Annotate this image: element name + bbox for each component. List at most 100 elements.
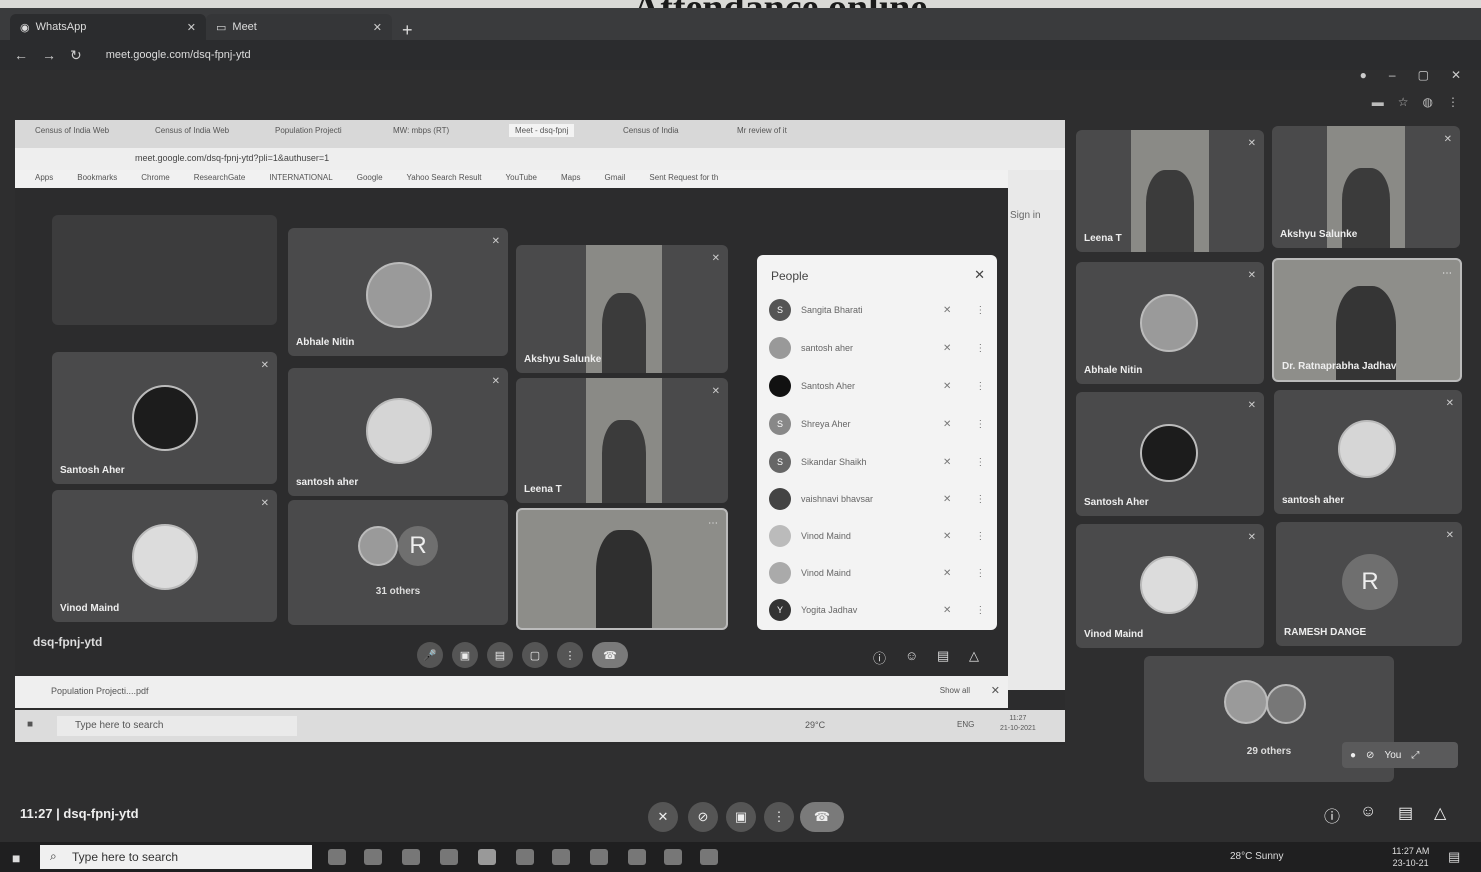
list-item[interactable]: Y Yogita Jadhav ✕ ⋮	[769, 595, 989, 625]
participant-name: Vinod Maind	[60, 603, 120, 614]
chat-icon[interactable]: ▤	[1398, 803, 1413, 823]
forward-icon[interactable]: →	[42, 47, 56, 63]
menu-icon[interactable]: ⋮	[1447, 95, 1459, 109]
people-icon[interactable]: ☺	[1360, 803, 1376, 821]
more-icon[interactable]: ⋮	[975, 605, 985, 616]
mic-off-icon: ✕	[1445, 398, 1454, 409]
star-icon[interactable]: ☆	[1398, 95, 1409, 109]
download-file[interactable]: Population Projecti....pdf	[51, 686, 149, 696]
avatar	[769, 525, 791, 547]
list-item[interactable]: Vinod Maind ✕ ⋮	[769, 521, 989, 551]
weather-status[interactable]: 28°C Sunny	[1230, 851, 1283, 862]
more-icon[interactable]: ⋮	[975, 457, 985, 468]
camera-button[interactable]: ▣	[452, 642, 478, 668]
mic-off-icon: ✕	[260, 498, 269, 509]
show-all-button[interactable]: Show all	[940, 686, 970, 695]
participant-name: Akshyu Salunke	[524, 354, 602, 365]
mic-button[interactable]: 🎤	[417, 642, 443, 668]
notifications-icon[interactable]: ▤	[1448, 849, 1460, 865]
meeting-details: 11:27 | dsq-fpnj-ytd	[20, 806, 139, 821]
more-icon[interactable]: ⋮	[975, 494, 985, 505]
taskbar-search-box[interactable]: ⌕ Type here to search	[40, 845, 312, 869]
file-explorer-icon[interactable]	[440, 849, 458, 865]
member-name: Santosh Aher	[801, 381, 856, 391]
participant-tile: ✕ Vinod Maind	[1076, 524, 1264, 648]
avatar	[769, 488, 791, 510]
account-icon[interactable]: ●	[1360, 68, 1367, 82]
more-icon[interactable]: ⋯	[708, 518, 718, 529]
edge-icon[interactable]	[402, 849, 420, 865]
url-field[interactable]: meet.google.com/dsq-fpnj-ytd	[106, 49, 251, 61]
taskbar-clock[interactable]: 11:27 AM 23-10-21	[1392, 845, 1429, 869]
present-button[interactable]: ▢	[522, 642, 548, 668]
close-icon[interactable]: ✕	[187, 21, 196, 34]
close-window-icon[interactable]: ✕	[1451, 68, 1461, 82]
task-view-icon[interactable]	[364, 849, 382, 865]
captions-button[interactable]: ▤	[487, 642, 513, 668]
tab-meet[interactable]: ▭ Meet ✕	[206, 14, 392, 40]
activities-icon[interactable]: △	[969, 648, 979, 664]
activities-icon[interactable]: △	[1434, 803, 1446, 823]
bookmark: Gmail	[604, 173, 626, 182]
more-icon[interactable]: ⋮	[975, 531, 985, 542]
camera-icon[interactable]: ▬	[1372, 95, 1384, 109]
bookmark: Google	[356, 173, 383, 182]
self-view[interactable]: ● ⊘ You ⤢	[1342, 742, 1458, 768]
self-label: You	[1384, 749, 1402, 761]
windows-start-icon[interactable]: ■	[12, 850, 20, 866]
list-item[interactable]: santosh aher ✕ ⋮	[769, 333, 989, 363]
more-options-button[interactable]: ⋮	[764, 802, 794, 832]
profile-icon[interactable]: ◍	[1423, 95, 1433, 109]
participant-tile: R ✕ RAMESH DANGE	[1276, 522, 1462, 646]
close-icon[interactable]: ✕	[991, 684, 1000, 697]
inner-tab: MW: mbps (RT)	[393, 126, 450, 135]
sign-in-link: Sign in	[1010, 210, 1041, 221]
word-icon[interactable]	[590, 849, 608, 865]
list-item[interactable]: S Shreya Aher ✕ ⋮	[769, 409, 989, 439]
end-call-button[interactable]: ☎	[592, 642, 628, 668]
inner-tab: Census of India	[623, 126, 679, 135]
info-icon[interactable]: ⓘ	[1324, 803, 1340, 827]
close-icon[interactable]: ✕	[974, 267, 985, 283]
app-icon[interactable]	[552, 849, 570, 865]
tab-label: WhatsApp	[35, 21, 87, 33]
chrome-icon[interactable]	[478, 849, 496, 865]
new-tab-button[interactable]: +	[402, 20, 413, 41]
app-icon[interactable]	[700, 849, 718, 865]
more-icon[interactable]: ⋮	[975, 568, 985, 579]
minimize-icon[interactable]: –	[1389, 68, 1396, 82]
more-icon[interactable]: ⋮	[975, 343, 985, 354]
expand-icon[interactable]: ⤢	[1411, 750, 1419, 761]
list-item[interactable]: Vinod Maind ✕ ⋮	[769, 558, 989, 588]
chat-icon[interactable]: ▤	[937, 648, 949, 664]
camera-off-button[interactable]: ⊘	[688, 802, 718, 832]
more-icon[interactable]: ⋮	[975, 419, 985, 430]
list-item[interactable]: vaishnavi bhavsar ✕ ⋮	[769, 484, 989, 514]
tab-whatsapp[interactable]: ◉ WhatsApp ✕	[10, 14, 206, 40]
mic-off-button[interactable]: ✕	[648, 802, 678, 832]
end-call-button[interactable]: ☎	[800, 802, 844, 832]
mic-off-icon: ✕	[943, 530, 952, 542]
list-item[interactable]: S Sangita Bharati ✕ ⋮	[769, 295, 989, 325]
participant-tile: ✕ Santosh Aher	[1076, 392, 1264, 516]
info-icon[interactable]: ⓘ	[873, 648, 886, 667]
list-item[interactable]: Santosh Aher ✕ ⋮	[769, 371, 989, 401]
present-button[interactable]: ▣	[726, 802, 756, 832]
cortana-icon[interactable]	[328, 849, 346, 865]
back-icon[interactable]: ←	[14, 47, 28, 63]
more-options-button[interactable]: ⋮	[557, 642, 583, 668]
excel-icon[interactable]	[628, 849, 646, 865]
mic-off-icon: ✕	[943, 604, 952, 616]
reload-icon[interactable]: ↻	[70, 47, 82, 64]
restore-icon[interactable]: ▢	[1418, 68, 1429, 82]
powerpoint-icon[interactable]	[664, 849, 682, 865]
more-icon[interactable]: ⋮	[975, 381, 985, 392]
people-icon[interactable]: ☺	[905, 648, 918, 663]
more-icon[interactable]: ⋮	[975, 305, 985, 316]
app-icon[interactable]	[516, 849, 534, 865]
others-tile[interactable]: R 31 others	[288, 500, 508, 625]
list-item[interactable]: S Sikandar Shaikh ✕ ⋮	[769, 447, 989, 477]
close-icon[interactable]: ✕	[373, 21, 382, 34]
mic-off-icon: ✕	[943, 418, 952, 430]
self-avatar-icon: ●	[1350, 749, 1357, 761]
